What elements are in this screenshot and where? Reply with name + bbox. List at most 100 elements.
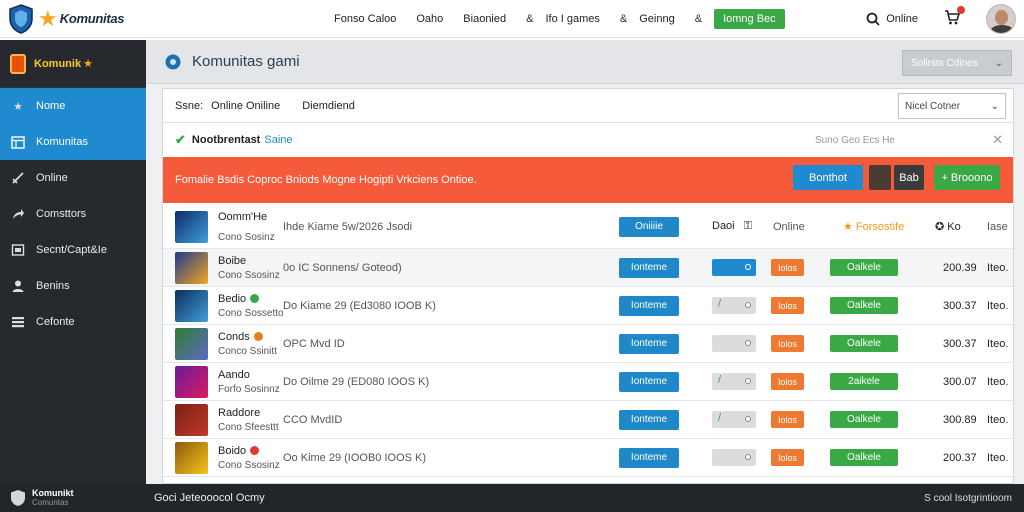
toggle-knob [745,416,751,422]
game-toggle[interactable] [712,259,756,276]
top-bar: ★ Komunitas Fonso Caloo Oaho Biaonied & … [0,0,1024,38]
search-icon [866,12,880,26]
game-action-button[interactable]: Ionteme [619,371,679,392]
game-name: Raddore [218,407,261,419]
footer-brand[interactable]: Komunikt Comuntas [0,488,146,508]
toggle-mark: / [718,298,722,310]
game-toggle[interactable]: / [712,297,756,314]
page-title: Komunitas gami [192,53,300,70]
sidebar-item-cefonte[interactable]: Cefonte [0,304,146,340]
game-status-button[interactable]: Oalkele [830,297,898,314]
table-header-row: Oomm'He Cono Sosinz Ihde Kiame 5w/2026 J… [163,205,1013,249]
alert-green-label: Brooono [950,171,993,184]
top-nav: Fonso Caloo Oaho Biaonied & Ifo I games … [334,8,785,29]
game-status-button[interactable]: Oalkele [830,411,898,428]
sidebar-item-home[interactable]: ★ Nome [0,88,146,124]
nav-item-5[interactable]: Geinng [639,13,674,25]
top-search[interactable]: Online [866,12,918,26]
game-subtitle: Cono Ssosinz [218,270,280,281]
column-header-d: ✪ Ko [935,221,961,233]
nav-item-1[interactable]: Fonso Caloo [334,13,396,25]
game-action-button[interactable]: Ionteme [619,257,679,278]
game-status-button[interactable]: Oalkele [830,259,898,276]
notice-link[interactable]: Saine [264,134,292,146]
filter-bar: Ssne: Online Oniline Diemdiend Nicel Cot… [163,89,1013,123]
sidebar-item-comstors[interactable]: Comsttors [0,196,146,232]
table-row[interactable]: Boido Cono Ssosinz Oo Kime 29 (IOOB0 IOOS … [163,439,1013,477]
game-tag-button[interactable]: Iolos [771,259,804,276]
sidebar: Komunik ★ ★ Nome Komunitas Online Comstt… [0,40,146,484]
game-tag-button[interactable]: Iolos [771,335,804,352]
game-name: Oomm'He [218,211,268,223]
header-dropdown[interactable]: Solirsts Cdines ⌄ [902,50,1012,76]
game-tag-button[interactable]: Iolos [771,297,804,314]
game-description: 0o IC Sonnens/ Goteod) [283,261,402,274]
shield-logo-icon [11,490,25,506]
game-action-button[interactable]: Ionteme [619,409,679,430]
game-unit: Iteo. [987,413,1009,426]
game-description: Oo Kime 29 (IOOB0 IOOS K) [283,451,427,464]
sword-icon [10,170,26,186]
game-thumbnail [175,289,208,322]
filter-label: Ssne: [175,99,204,112]
table-row[interactable]: Aando Forfo Sosinnz Do Oilme 29 (ED080 IOO… [163,363,1013,401]
game-action-button[interactable]: Ionteme [619,295,679,316]
chevron-down-icon: ⌄ [990,100,999,112]
user-avatar[interactable] [986,4,1016,34]
game-thumbnail [175,441,208,474]
sidebar-item-online[interactable]: Online [0,160,146,196]
status-dot [250,294,260,303]
nav-item-3[interactable]: Biaonied [463,13,506,25]
brand-badge-icon [10,53,26,74]
gamepad-icon [165,54,181,69]
game-unit: Iteo. [987,299,1009,312]
game-action-button[interactable]: Oniiiie [619,216,679,237]
sidebar-item-secnt[interactable]: Secnt/Capt&Ie [0,232,146,268]
game-toggle[interactable] [712,449,756,466]
filter-online[interactable]: Online Oniline [211,100,280,112]
alert-dark-button[interactable]: Bab [894,165,924,190]
game-toggle[interactable]: / [712,373,756,390]
game-thumbnail [175,210,208,243]
nav-cta-button[interactable]: Iomng Bec [714,8,785,29]
game-tag-button[interactable]: Iolos [771,411,804,428]
game-status-button[interactable]: Oalkele [830,449,898,466]
nav-item-4[interactable]: Ifo I games [545,13,599,25]
game-tag-button[interactable]: Iolos [771,373,804,390]
game-tag-button[interactable]: Iolos [771,449,804,466]
game-status-button[interactable]: Oalkele [830,335,898,352]
cart-button[interactable] [944,6,965,28]
game-subtitle: Cono Sfeesttt [218,422,279,433]
filter-diamond[interactable]: Diemdiend [302,100,355,112]
game-price: 200.39 [943,261,977,274]
brand-logo[interactable]: ★ Komunitas [8,3,308,34]
sidebar-item-komunitas[interactable]: Komunitas [0,124,146,160]
game-action-button[interactable]: Ionteme [619,447,679,468]
alert-primary-button[interactable]: Bonthot [793,165,863,190]
toggle-mark: / [718,374,722,386]
close-icon[interactable]: ✕ [992,132,1003,148]
game-description: Do Kiame 29 (Ed3080 IOOB K) [283,299,436,312]
game-unit: Iteo. [987,375,1009,388]
game-status-button[interactable]: 2aikele [830,373,898,390]
nav-item-2[interactable]: Oaho [416,13,443,25]
sidebar-item-benins[interactable]: Benins [0,268,146,304]
footer-link[interactable]: S cool Isotgrintioom [924,493,1012,504]
game-toggle[interactable] [712,335,756,352]
game-price: 300.37 [943,299,977,312]
game-toggle[interactable]: / [712,411,756,428]
column-header-c: ★ Forsostife [843,221,905,233]
sidebar-brand-name: Komunik [34,57,82,70]
game-description: Ihde Kiame 5w/2026 Jsodi [283,220,413,233]
table-row[interactable]: Boibe Cono Ssosinz 0o IC Sonnens/ Goteod) I… [163,249,1013,287]
game-subtitle: Conco Ssinitt [218,346,277,357]
table-row[interactable]: Raddore Cono Sfeesttt CCO MvdID Ionteme / Iol… [163,401,1013,439]
toggle-knob [745,378,751,384]
table-row[interactable]: Conds Conco Ssinitt OPC Mvd ID Ionteme Iolos… [163,325,1013,363]
alert-green-button[interactable]: + Brooono [934,165,1000,190]
sidebar-item-label: Cefonte [36,316,75,328]
sidebar-brand[interactable]: Komunik ★ [0,40,146,88]
table-row[interactable]: Bedio Cono Sossetto Do Kiame 29 (Ed3080 IO… [163,287,1013,325]
sort-select[interactable]: Nicel Cotner ⌄ [898,93,1006,119]
game-action-button[interactable]: Ionteme [619,333,679,354]
